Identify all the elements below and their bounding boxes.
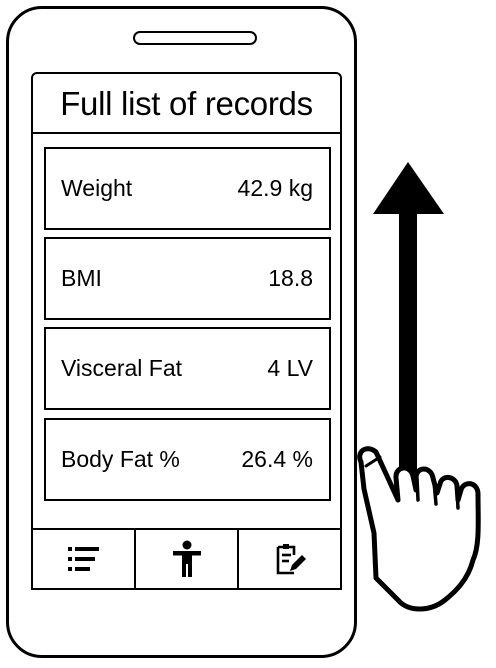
- record-item-visceral-fat[interactable]: Visceral Fat 4 LV: [44, 327, 331, 410]
- record-value: 4 LV: [267, 355, 313, 381]
- page-title: Full list of records: [33, 74, 340, 134]
- record-item-body-fat[interactable]: Body Fat % 26.4 %: [44, 418, 331, 501]
- list-icon: [67, 547, 99, 571]
- edit-note-icon: [276, 544, 306, 575]
- hand-pointer-icon: [357, 446, 481, 612]
- nav-records-list-button[interactable]: [33, 530, 134, 588]
- record-label: Body Fat %: [61, 446, 180, 472]
- person-icon: [172, 540, 201, 577]
- nav-edit-button[interactable]: [237, 530, 340, 588]
- bottom-nav-bar: [33, 528, 340, 588]
- record-item-weight[interactable]: Weight 42.9 kg: [44, 147, 331, 230]
- phone-speaker: [133, 31, 257, 45]
- record-label: Weight: [61, 175, 133, 201]
- up-arrow-icon: [373, 162, 444, 480]
- record-value: 18.8: [268, 265, 313, 291]
- record-value: 42.9 kg: [237, 175, 313, 201]
- record-label: BMI: [61, 265, 102, 291]
- nav-body-button[interactable]: [134, 530, 237, 588]
- record-item-bmi[interactable]: BMI 18.8: [44, 237, 331, 320]
- record-value: 26.4 %: [241, 446, 313, 472]
- record-label: Visceral Fat: [61, 355, 183, 381]
- app-screen: Full list of records Weight 42.9 kg BMI …: [31, 72, 342, 590]
